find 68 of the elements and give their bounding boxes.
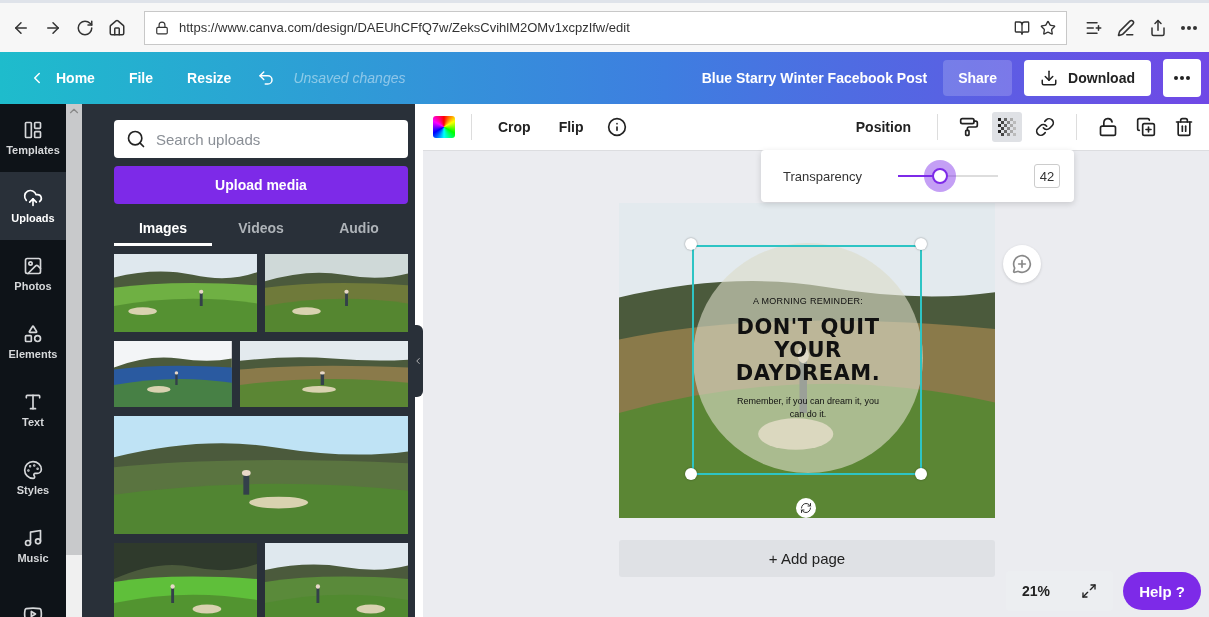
lock-icon	[155, 20, 169, 35]
transparency-value-field[interactable]: 42	[1034, 164, 1060, 188]
body-text: Remember, if you can dream it, you can do it.	[735, 395, 881, 421]
cloud-upload-icon	[23, 188, 43, 208]
headline-text: DON'T QUIT YOUR DAYDREAM.	[734, 315, 882, 386]
add-comment-button[interactable]	[1003, 245, 1041, 283]
panel-tab[interactable]: Images	[114, 212, 212, 246]
paint-roller-icon	[959, 117, 979, 137]
slider-thumb[interactable]	[924, 160, 956, 192]
undo-icon	[257, 69, 276, 87]
trash-icon	[1174, 117, 1194, 137]
save-status: Unsaved changes	[293, 70, 406, 86]
unlocked-padlock-icon	[1098, 117, 1118, 137]
pen-icon	[1117, 18, 1135, 37]
sidebar-item[interactable]: Photos	[0, 240, 66, 308]
crop-button[interactable]: Crop	[488, 111, 541, 143]
download-icon	[1040, 69, 1059, 87]
more-button[interactable]	[1163, 59, 1201, 97]
scrollbar[interactable]	[66, 104, 82, 617]
transparency-label: Transparency	[783, 168, 862, 184]
url-text: https://www.canva.com/design/DAEUhCFfQ7w/ZeksCvihlM2OMv1xcpzIfw/edit	[179, 20, 631, 35]
expand-icon	[1081, 583, 1098, 599]
kicker-text: A MORNING REMINDER:	[752, 295, 864, 306]
sidebar-item[interactable]: Styles	[0, 444, 66, 512]
duplicate-icon	[1136, 117, 1156, 137]
panel-tab[interactable]: Videos	[212, 212, 310, 246]
download-button[interactable]: Download	[1024, 60, 1151, 96]
sidebar-item[interactable]: Elements	[0, 308, 66, 376]
link-icon	[1035, 117, 1055, 137]
star-icon	[1040, 19, 1056, 36]
sidebar-item[interactable]: Templates	[0, 104, 66, 172]
position-button[interactable]: Position	[845, 111, 921, 143]
share-button[interactable]: Share	[943, 60, 1013, 96]
design-title[interactable]: Blue Starry Winter Facebook Post	[701, 70, 928, 86]
layout-icon	[23, 120, 43, 140]
search-icon	[126, 129, 146, 149]
image-icon	[23, 256, 43, 276]
reload-icon	[76, 18, 94, 37]
translucent-circle[interactable]: A MORNING REMINDER: DON'T QUIT YOUR DAYDREAM. Remember, if you can dream it, you can do it.	[693, 243, 923, 473]
panel-tab[interactable]: Audio	[310, 212, 408, 246]
reading-view-icon	[1014, 19, 1030, 36]
help-button[interactable]: Help ?	[1123, 572, 1201, 610]
add-page-button[interactable]: + Add page	[619, 540, 995, 577]
shapes-icon	[23, 324, 43, 344]
flip-button[interactable]: Flip	[548, 111, 594, 143]
text-icon	[23, 392, 43, 412]
design-page[interactable]: A MORNING REMINDER: DON'T QUIT YOUR DAYDREAM. Remember, if you can dream it, you can do it.	[619, 203, 995, 518]
comment-plus-icon	[1012, 254, 1032, 274]
zoom-level: 21%	[1021, 583, 1050, 599]
more-icon	[1174, 76, 1190, 80]
share-icon	[1149, 18, 1167, 37]
home-icon	[108, 18, 126, 37]
chevron-left-icon	[413, 355, 423, 366]
rotate-icon	[800, 502, 812, 514]
color-swatch[interactable]	[433, 116, 455, 138]
sidebar-item[interactable]: Music	[0, 512, 66, 580]
more-icon	[1181, 25, 1197, 30]
info-icon	[606, 117, 627, 137]
sidebar-item[interactable]: Uploads	[0, 172, 66, 240]
collapse-handle[interactable]	[413, 324, 423, 397]
palette-icon	[23, 460, 43, 480]
music-note-icon	[23, 528, 43, 548]
sidebar-item[interactable]: Text	[0, 376, 66, 444]
address-bar[interactable]: https://www.canva.com/design/DAEUhCFfQ7w/ZeksCvihlM2OMv1xcpzIfw/edit	[144, 10, 1067, 45]
upload-media-button[interactable]: Upload media	[114, 166, 408, 204]
transparency-button[interactable]	[992, 112, 1022, 142]
search-field[interactable]: Search uploads	[114, 120, 408, 158]
checkerboard-icon	[998, 118, 1016, 136]
